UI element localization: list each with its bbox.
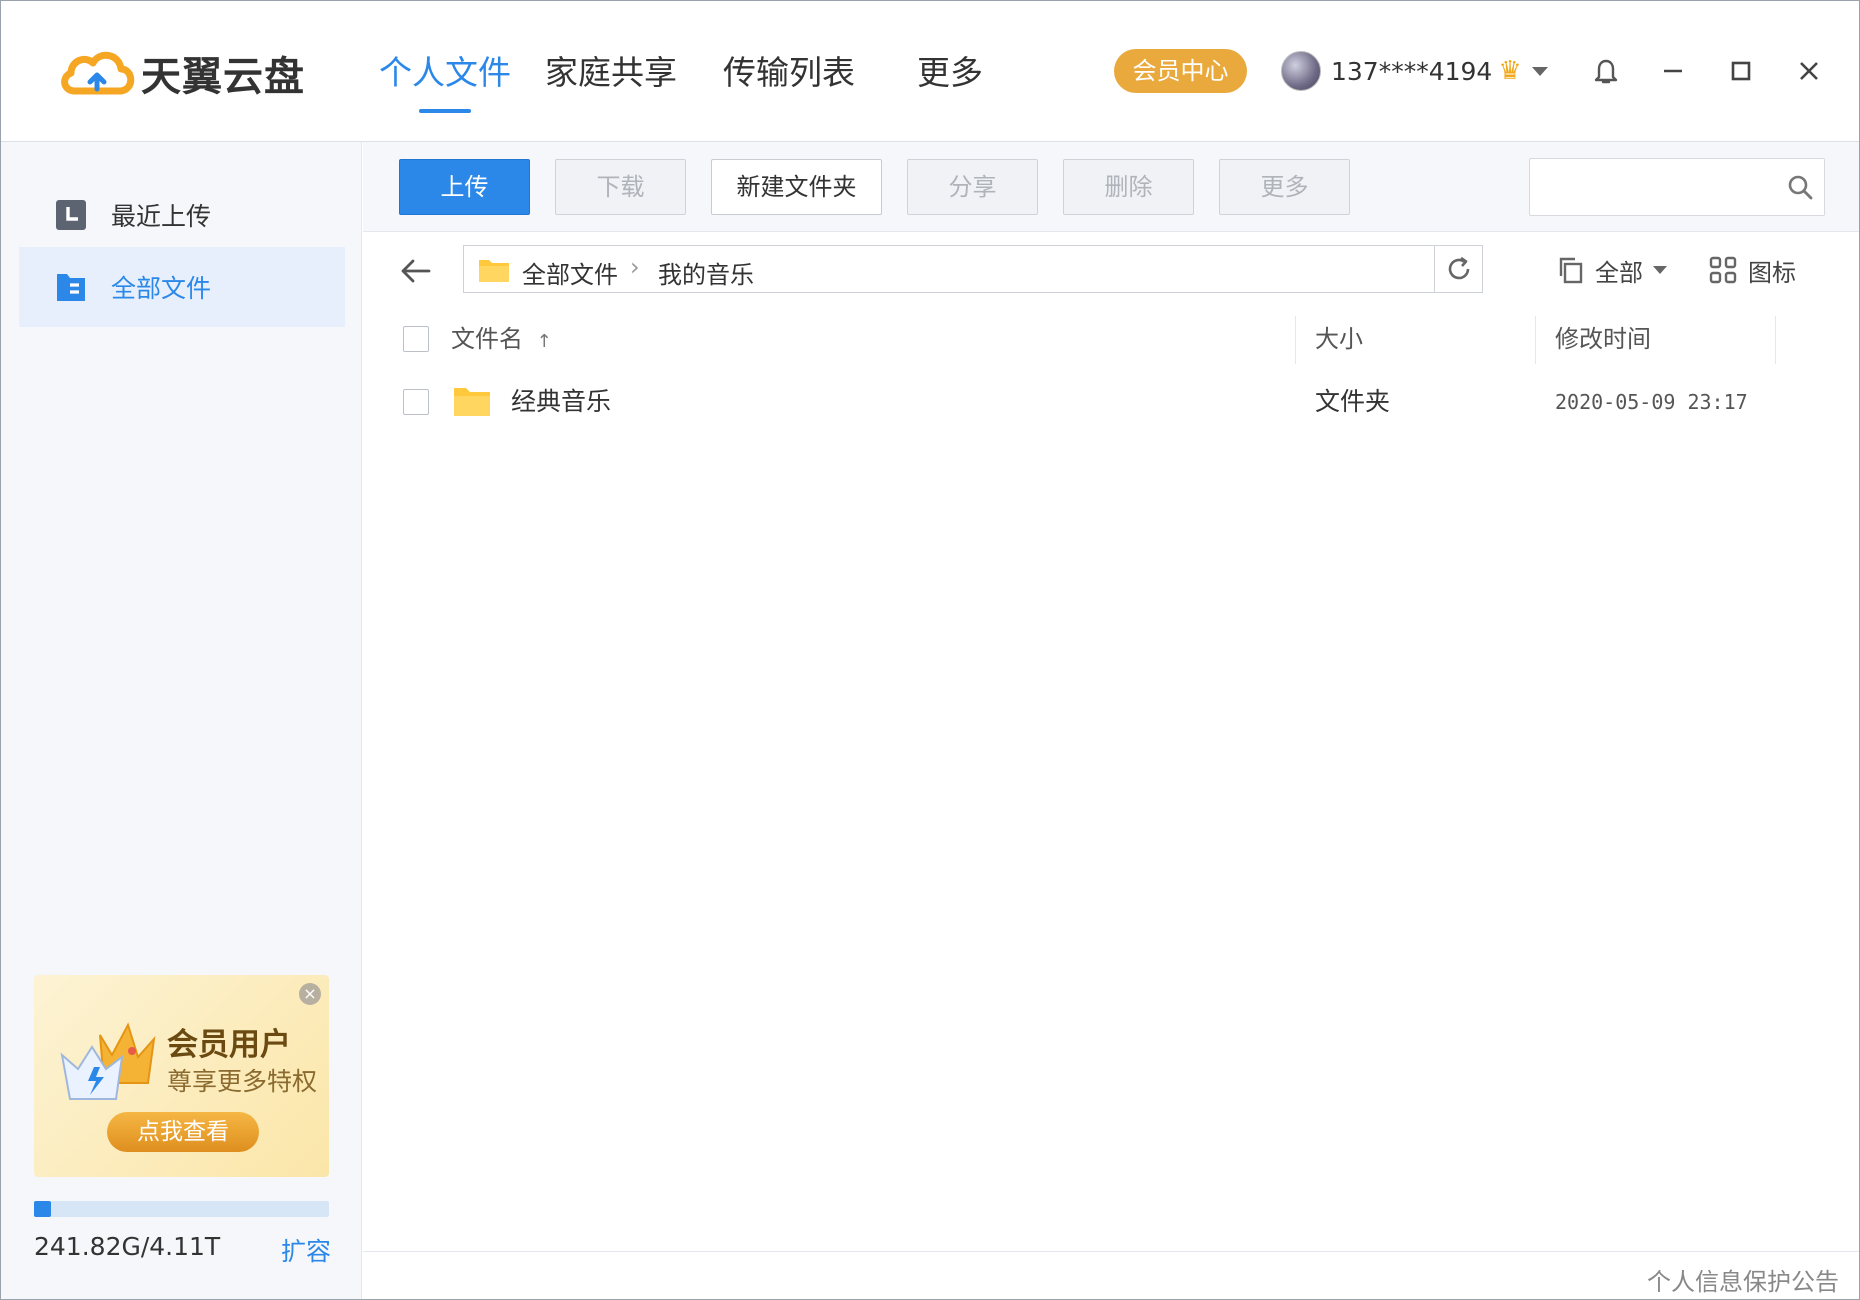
crown-icon	[60, 1022, 156, 1100]
copy-icon	[1559, 257, 1583, 284]
chevron-down-icon[interactable]	[1531, 66, 1548, 76]
username: 137****4194	[1331, 56, 1493, 86]
delete-button[interactable]: 删除	[1063, 159, 1194, 215]
table-header: 文件名 ↑ 大小 修改时间	[363, 310, 1859, 368]
grid-icon	[1709, 256, 1737, 284]
bell-icon	[1594, 59, 1618, 84]
promo-view-button[interactable]: 点我查看	[107, 1112, 259, 1152]
sidebar-item-label: 最近上传	[111, 202, 212, 231]
breadcrumb-item-current[interactable]: 我的音乐	[658, 255, 754, 290]
close-button[interactable]	[1789, 49, 1829, 93]
folder-icon	[454, 388, 490, 416]
crown-icon: ♛	[1498, 56, 1522, 86]
column-divider[interactable]	[1295, 316, 1296, 364]
file-list-icon	[57, 274, 85, 301]
sort-arrow-icon: ↑	[536, 331, 552, 352]
column-name-label: 文件名	[451, 325, 523, 353]
vip-center-button[interactable]: 会员中心	[1114, 49, 1247, 93]
main-nav: 个人文件 家庭共享 传输列表 更多	[379, 49, 1017, 113]
back-arrow-icon[interactable]	[399, 254, 433, 288]
app-name: 天翼云盘	[141, 54, 305, 100]
storage-progress-fill	[34, 1201, 51, 1217]
column-header-size[interactable]: 大小	[1315, 310, 1363, 368]
app-logo: 天翼云盘	[57, 45, 305, 101]
promo-title: 会员用户	[167, 1027, 291, 1063]
tab-family-share[interactable]: 家庭共享	[545, 49, 677, 109]
user-menu[interactable]: 137****4194 ♛	[1281, 49, 1548, 93]
column-divider[interactable]	[1775, 316, 1776, 364]
column-header-name[interactable]: 文件名 ↑	[451, 310, 552, 368]
sidebar-item-recent-uploads[interactable]: 最近上传	[19, 175, 345, 255]
type-filter-dropdown[interactable]: 全部	[1557, 252, 1667, 288]
file-modified-time: 2020-05-09 23:17	[1555, 390, 1748, 414]
minimize-icon	[1664, 69, 1682, 73]
sidebar-item-all-files[interactable]: 全部文件	[19, 247, 345, 327]
expand-storage-link[interactable]: 扩容	[281, 1232, 331, 1268]
vip-promo-card[interactable]: × 会员用户 尊享更多特权 点我查看	[34, 975, 329, 1177]
more-actions-button[interactable]: 更多	[1219, 159, 1350, 215]
upload-button[interactable]: 上传	[399, 159, 530, 215]
breadcrumb-separator: ›	[630, 253, 640, 281]
refresh-icon	[1448, 256, 1469, 280]
storage-usage-text: 241.82G/4.11T	[34, 1232, 221, 1261]
row-checkbox[interactable]	[403, 389, 429, 415]
title-bar: 天翼云盘 个人文件 家庭共享 传输列表 更多 会员中心 137****4194 …	[1, 1, 1859, 142]
search-input[interactable]	[1530, 159, 1770, 215]
search-box	[1529, 158, 1825, 216]
share-button[interactable]: 分享	[907, 159, 1038, 215]
tab-transfer-list[interactable]: 传输列表	[723, 49, 855, 109]
refresh-button[interactable]	[1434, 246, 1482, 292]
promo-subtitle: 尊享更多特权	[167, 1067, 318, 1096]
tab-personal-files[interactable]: 个人文件	[379, 49, 511, 113]
file-name[interactable]: 经典音乐	[511, 368, 611, 436]
maximize-icon	[1731, 61, 1751, 81]
cloud-logo-icon	[61, 51, 135, 95]
table-row[interactable]: 经典音乐 文件夹 2020-05-09 23:17	[363, 368, 1859, 436]
new-folder-button[interactable]: 新建文件夹	[711, 159, 882, 215]
type-filter-label: 全部	[1595, 258, 1643, 287]
select-all-checkbox[interactable]	[403, 326, 429, 352]
avatar[interactable]	[1281, 51, 1321, 91]
notification-bell-button[interactable]	[1586, 49, 1626, 93]
clock-icon	[56, 200, 86, 230]
download-button[interactable]: 下载	[555, 159, 686, 215]
main-panel: 上传 下载 新建文件夹 分享 删除 更多 全部文件 › 我的音乐 全部 图标 文…	[363, 142, 1859, 1299]
path-bar: 全部文件 › 我的音乐 全部 图标	[363, 232, 1859, 310]
chevron-down-icon	[1653, 266, 1667, 274]
view-mode-label: 图标	[1748, 258, 1796, 287]
column-divider[interactable]	[1535, 316, 1536, 364]
sidebar-item-label: 全部文件	[111, 274, 212, 303]
toolbar: 上传 下载 新建文件夹 分享 删除 更多	[363, 142, 1859, 232]
close-icon	[1800, 62, 1818, 80]
search-icon[interactable]	[1786, 173, 1814, 201]
close-icon[interactable]: ×	[299, 983, 321, 1005]
sidebar: 最近上传 全部文件 × 会员用户 尊享更多特权 点我查看 241.82G/4.1	[1, 142, 362, 1299]
privacy-notice-link[interactable]: 个人信息保护公告	[1647, 1262, 1839, 1297]
minimize-button[interactable]	[1653, 49, 1693, 93]
app-window: 天翼云盘 个人文件 家庭共享 传输列表 更多 会员中心 137****4194 …	[0, 0, 1860, 1300]
maximize-button[interactable]	[1721, 49, 1761, 93]
tab-more[interactable]: 更多	[917, 49, 983, 109]
file-size: 文件夹	[1315, 387, 1391, 416]
column-header-modified[interactable]: 修改时间	[1555, 310, 1651, 368]
view-mode-toggle[interactable]: 图标	[1708, 252, 1796, 288]
storage-progress-bar	[34, 1201, 329, 1217]
breadcrumb: 全部文件 › 我的音乐	[463, 245, 1483, 293]
status-bar: 个人信息保护公告	[363, 1251, 1859, 1299]
folder-icon	[479, 260, 509, 282]
breadcrumb-item-all-files[interactable]: 全部文件	[522, 255, 618, 290]
